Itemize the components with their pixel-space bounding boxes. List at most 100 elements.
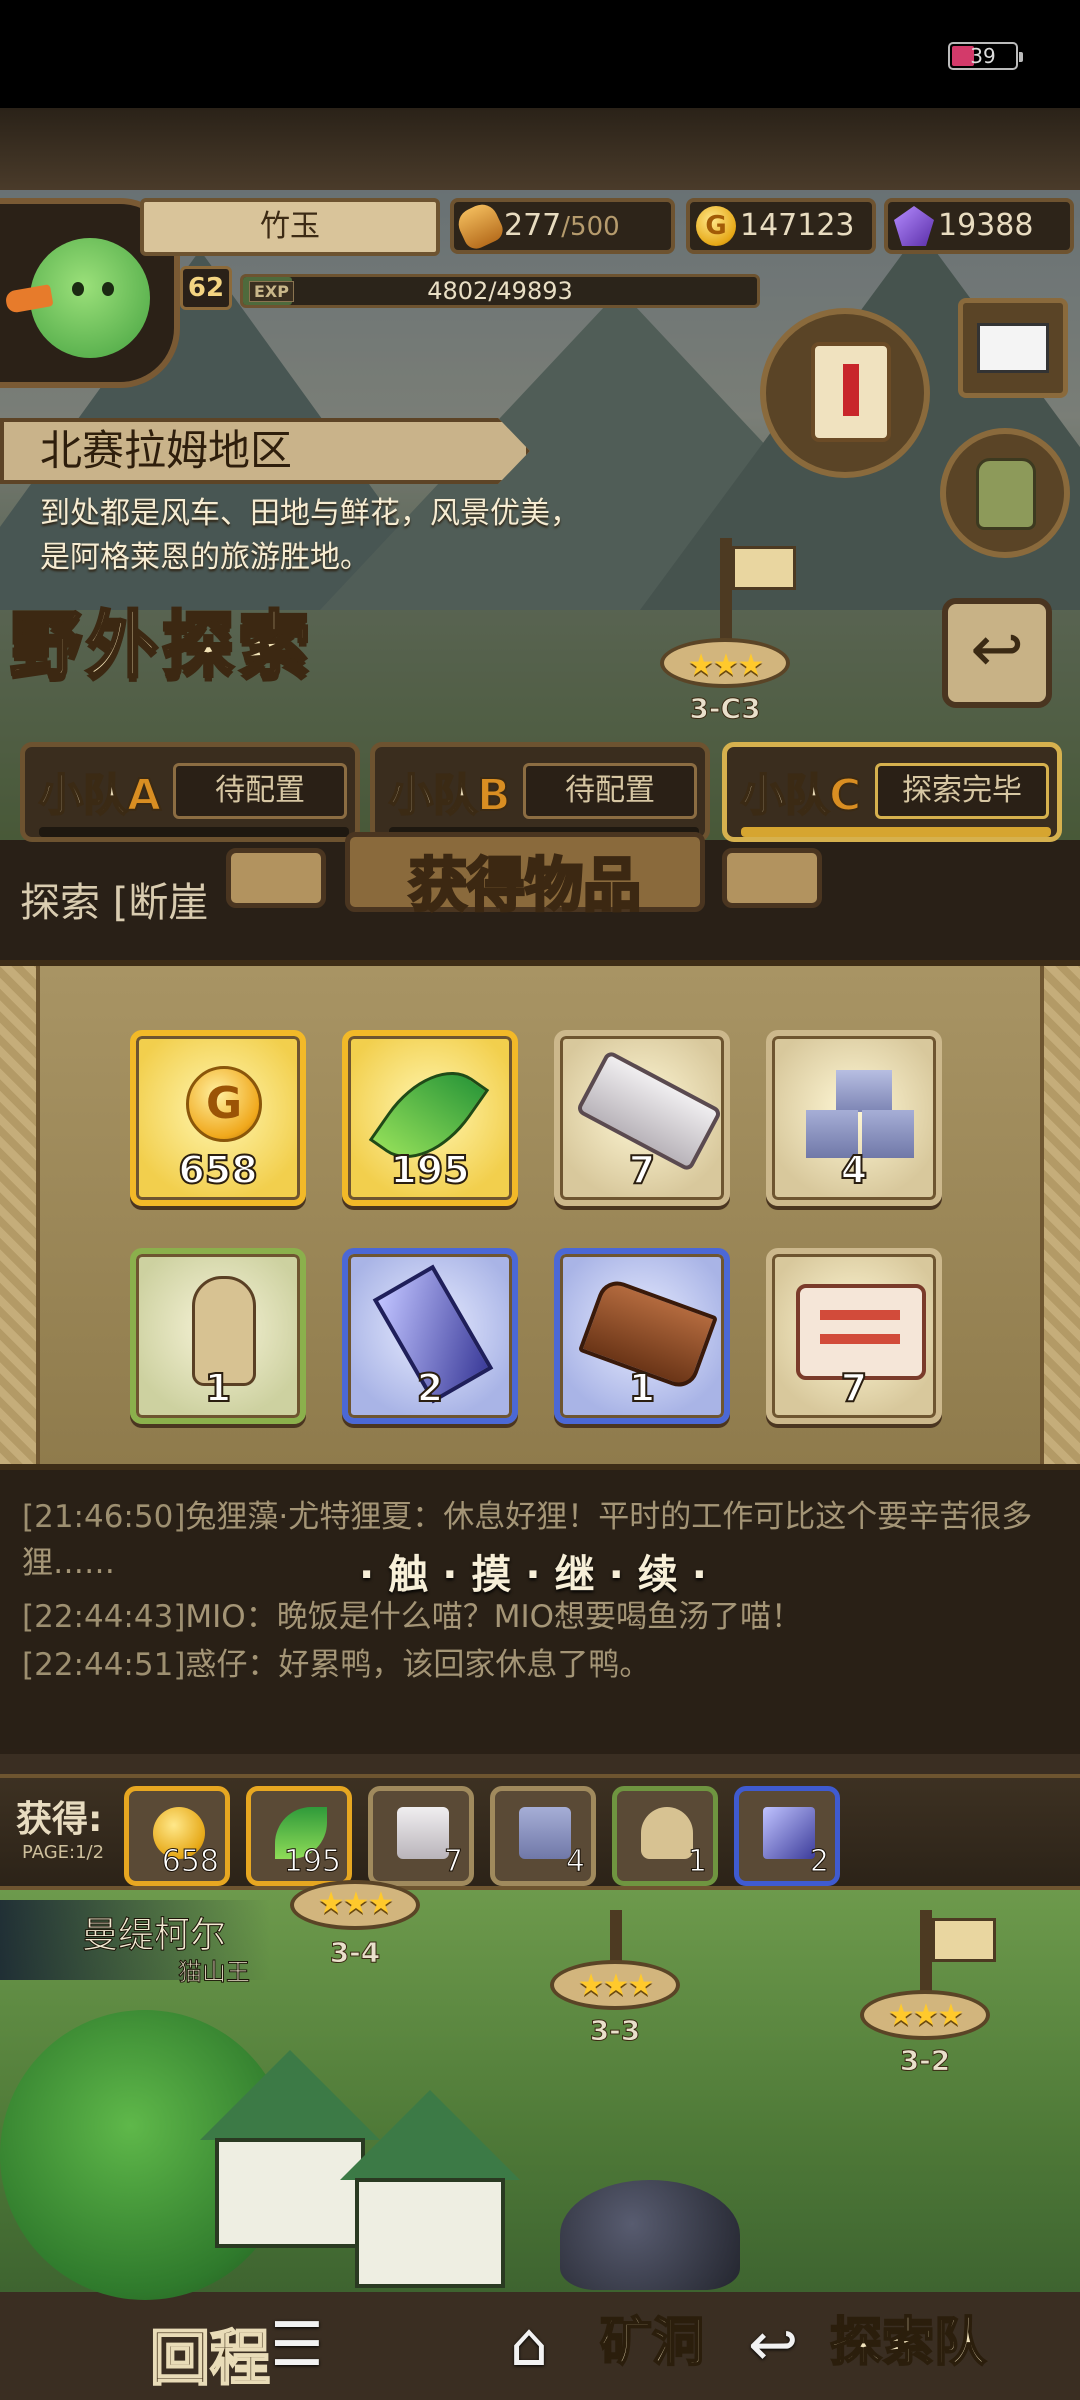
panel-edge [1040, 966, 1080, 1464]
obtained-page[interactable]: PAGE:1/2 [22, 1842, 104, 1863]
stage-stars: ★★★ [687, 648, 765, 683]
stamina-current: 277 [504, 208, 562, 243]
obtained-item[interactable]: 4 [490, 1786, 596, 1886]
popup-side-tab [722, 848, 822, 908]
crystal-icon [763, 1807, 815, 1859]
paw-flag-icon [932, 1918, 996, 1962]
gold-counter[interactable]: 147123 [686, 198, 876, 254]
item-count: 658 [161, 1844, 219, 1880]
item-count: 4 [840, 1147, 868, 1193]
squad-prefix: 小队 [740, 769, 830, 822]
chat-time: [22:44:51] [22, 1647, 186, 1683]
mail-icon[interactable] [958, 298, 1068, 398]
reward-item-crystal[interactable]: 2 [342, 1248, 518, 1424]
squad-status: 待配置 [173, 763, 347, 819]
chat-text: 惑仔：好累鸭，该回家休息了鸭。 [185, 1647, 651, 1683]
stage-node-3-3[interactable]: ★★★ 3-3 [540, 1910, 690, 2100]
squad-tab-a[interactable]: 小队A 待配置 [20, 742, 360, 842]
reward-item-feather[interactable]: 195 [342, 1030, 518, 1206]
return-button[interactable]: 回程 [149, 2310, 271, 2397]
stone-slab-icon [397, 1807, 449, 1859]
squad-progress [39, 827, 349, 837]
obtained-item[interactable]: 7 [368, 1786, 474, 1886]
stage-node-3-4[interactable]: ★★★ 3-4 [280, 1880, 430, 2060]
popup-title: 获得物品 [407, 850, 642, 921]
reward-item-rabbit-doll[interactable]: 1 [130, 1248, 306, 1424]
rabbit-doll-icon [641, 1807, 693, 1859]
panel-edge [0, 966, 40, 1464]
house [355, 2178, 505, 2288]
gem-counter[interactable]: 19388 [884, 198, 1074, 254]
chat-text: MIO：晚饭是什么喵？MIO想要喝鱼汤了喵！ [185, 1599, 802, 1635]
stage-stars: ★★★ [887, 1998, 965, 2033]
status-bar: 39 [0, 0, 1080, 108]
item-count: 7 [628, 1147, 656, 1193]
squad-prefix: 小队 [38, 769, 128, 822]
reward-item-stone-blocks[interactable]: 4 [766, 1030, 942, 1206]
backpack-icon[interactable] [940, 428, 1070, 558]
nav-home-icon[interactable]: ⌂ [510, 2310, 548, 2380]
region-description: 到处都是风车、田地与鲜花，风景优美，是阿格莱恩的旅游胜地。 [40, 496, 580, 575]
bag-icon [976, 458, 1036, 530]
nav-menu-icon[interactable]: ☰ [270, 2310, 324, 2380]
item-count: 7 [443, 1844, 463, 1880]
chat-message: [22:44:51]惑仔：好累鸭，该回家休息了鸭。 [22, 1642, 1062, 1688]
nav-back-icon[interactable]: ↩ [748, 2310, 798, 2380]
mode-title: 野外探索 [8, 601, 315, 689]
rewards-panel[interactable]: G 658 195 7 4 1 2 1 7 [0, 960, 1080, 1470]
mine-button[interactable]: 矿洞 [599, 2300, 705, 2375]
obtained-label: 获得: [16, 1799, 103, 1840]
region-name: 北赛拉姆地区 [40, 426, 293, 475]
stage-label: 3-2 [899, 2044, 951, 2078]
battery-nub [1019, 52, 1023, 62]
chat-time: [21:46:50] [22, 1499, 186, 1535]
item-count: 1 [687, 1844, 707, 1880]
tap-to-continue[interactable]: ·触·摸·继·续· [0, 1542, 1080, 1600]
squad-tab-c[interactable]: 小队C 探索完毕 [722, 742, 1062, 842]
reward-item-gold-coin[interactable]: G 658 [130, 1030, 306, 1206]
reward-item-scroll[interactable]: 7 [766, 1248, 942, 1424]
quest-scroll-icon[interactable] [760, 308, 930, 478]
squad-letter: B [476, 769, 512, 822]
top-band [0, 108, 1080, 190]
reward-item-wood[interactable]: 1 [554, 1248, 730, 1424]
squad-status: 探索完毕 [875, 763, 1049, 819]
chat-message: [22:44:43]MIO：晚饭是什么喵？MIO想要喝鱼汤了喵！ [22, 1594, 1062, 1640]
squad-name: 小队A [38, 759, 162, 823]
item-count: 1 [204, 1365, 232, 1411]
squad-letter: A [126, 769, 162, 822]
obtained-item[interactable]: 2 [734, 1786, 840, 1886]
reward-item-stone-slab[interactable]: 7 [554, 1030, 730, 1206]
stage-stars: ★★★ [317, 1886, 395, 1921]
stage-node-3-c3[interactable]: ★★★ 3-C3 [650, 538, 800, 726]
exp-text: 4802/49893 [427, 277, 573, 305]
gold-coin-icon: G [186, 1066, 262, 1142]
obtained-item[interactable]: 195 [246, 1786, 352, 1886]
obtained-bar: 获得: PAGE:1/2 658 195 7 4 1 2 [0, 1774, 1080, 1890]
item-count: 195 [283, 1844, 341, 1880]
explore-team-button[interactable]: 探索队 [829, 2300, 987, 2375]
obtained-item[interactable]: 658 [124, 1786, 230, 1886]
paw-flag-icon [732, 546, 796, 590]
envelope-icon [977, 323, 1049, 373]
squad-tab-b[interactable]: 小队B 待配置 [370, 742, 710, 842]
item-count: 2 [809, 1844, 829, 1880]
gold-value: 147123 [740, 208, 855, 243]
battery-percent: 39 [970, 44, 996, 68]
mine-rocks [560, 2180, 740, 2290]
item-count: 4 [565, 1844, 585, 1880]
flag-pole [920, 1910, 932, 2000]
squad-progress [741, 827, 1051, 837]
item-count: 195 [389, 1147, 470, 1193]
boss-name[interactable]: 曼缇柯尔 [81, 1906, 226, 1958]
battery-icon: 39 [948, 42, 1023, 70]
stage-node-3-2[interactable]: ★★★ 3-2 [850, 1910, 1000, 2100]
exp-bar: EXP 4802/49893 [240, 274, 760, 308]
stamina-counter[interactable]: 277/500 [450, 198, 675, 254]
chat-log[interactable]: [21:46:50]兔狸藻·尤特狸夏：休息好狸！平时的工作可比这个要辛苦很多狸…… [0, 1470, 1080, 1754]
player-name[interactable]: 竹玉 [140, 198, 440, 256]
item-count: 7 [840, 1365, 868, 1411]
item-count: 1 [628, 1365, 656, 1411]
obtained-item[interactable]: 1 [612, 1786, 718, 1886]
back-button[interactable]: ↩ [942, 598, 1052, 708]
